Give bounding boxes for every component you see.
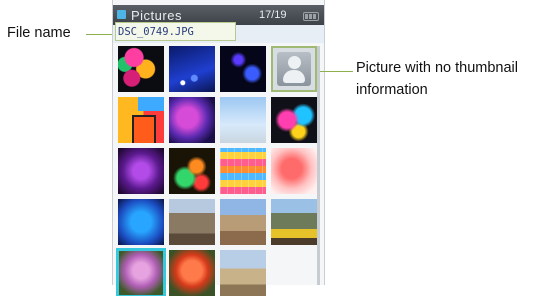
thumb-6[interactable] [169, 97, 215, 143]
pictures-app-icon [117, 10, 126, 19]
thumb-1[interactable] [118, 46, 164, 92]
scrollbar-track[interactable] [317, 46, 320, 285]
no-thumbnail-callout-line [320, 71, 353, 72]
thumb-no-info[interactable] [271, 46, 317, 92]
file-name-field: DSC_0749.JPG [115, 22, 236, 41]
person-head [288, 56, 301, 69]
thumb-9[interactable] [118, 148, 164, 194]
thumb-16[interactable] [271, 199, 317, 245]
thumb-5[interactable] [118, 97, 164, 143]
thumb-19[interactable] [220, 250, 266, 296]
thumb-10[interactable] [169, 148, 215, 194]
file-name-callout-label: File name [7, 25, 71, 41]
battery-icon [303, 12, 319, 21]
thumb-13[interactable] [118, 199, 164, 245]
thumb-8[interactable] [271, 97, 317, 143]
device-screen: Pictures 17/19 DSC_0749.JPG [112, 0, 325, 296]
thumb-15[interactable] [220, 199, 266, 245]
person-body [283, 70, 305, 83]
thumb-11[interactable] [220, 148, 266, 194]
thumb-12[interactable] [271, 148, 317, 194]
generic-person-icon [277, 52, 311, 86]
thumb-3[interactable] [220, 46, 266, 92]
thumb-17[interactable] [116, 248, 166, 296]
thumb-18[interactable] [169, 250, 215, 296]
thumb-14[interactable] [169, 199, 215, 245]
no-thumbnail-callout-line2: information [356, 82, 428, 98]
no-thumbnail-callout-line1: Picture with no thumbnail [356, 60, 518, 76]
app-title: Pictures [131, 8, 182, 23]
picture-counter: 17/19 [259, 9, 287, 21]
thumb-2[interactable] [169, 46, 215, 92]
thumb-7[interactable] [220, 97, 266, 143]
